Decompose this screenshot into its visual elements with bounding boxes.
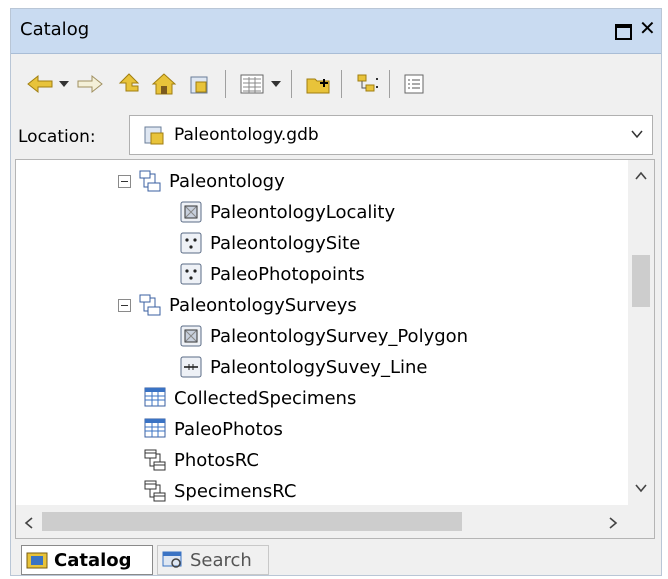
feature-dataset-icon — [139, 294, 161, 316]
line-feature-class-icon — [180, 356, 202, 378]
title-bar: Catalog ✕ — [11, 9, 661, 54]
back-dropdown-icon[interactable] — [57, 70, 71, 98]
view-options-icon[interactable] — [237, 70, 267, 98]
collapse-toggle-icon[interactable] — [118, 298, 131, 312]
tree-item[interactable]: PaleontologySurvey_Polygon — [180, 321, 468, 351]
connect-folder-icon[interactable] — [185, 70, 215, 98]
relationship-class-icon — [144, 480, 166, 502]
back-arrow-icon[interactable] — [25, 70, 55, 98]
tree-item-label: PhotosRC — [174, 449, 259, 471]
tree-item-label: SpecimensRC — [174, 480, 297, 502]
location-label: Location: — [18, 127, 96, 147]
tab-search-label: Search — [190, 549, 252, 571]
tree-item[interactable]: CollectedSpecimens — [144, 383, 356, 413]
catalog-tree: Paleontology PaleontologyLocality Paleonto… — [15, 159, 655, 539]
scroll-left-icon[interactable] — [24, 514, 34, 533]
point-feature-class-icon — [180, 232, 202, 254]
tree-item-label: Paleontology — [169, 170, 285, 192]
tree-item[interactable]: SpecimensRC — [144, 476, 296, 506]
location-value: Paleontology.gdb — [174, 125, 319, 145]
scroll-right-icon[interactable] — [608, 514, 618, 533]
search-tab-icon — [162, 550, 184, 570]
toggle-contents-icon[interactable] — [353, 70, 383, 98]
table-icon — [144, 387, 166, 409]
polygon-feature-class-icon — [180, 325, 202, 347]
vertical-scroll-thumb[interactable] — [632, 255, 650, 307]
location-combobox[interactable]: Paleontology.gdb — [129, 115, 653, 155]
horizontal-scroll-thumb[interactable] — [42, 512, 462, 531]
tree-item[interactable]: PaleontologyLocality — [180, 197, 395, 227]
geodatabase-icon — [142, 124, 166, 150]
tree-item-label: PaleontologySurvey_Polygon — [210, 325, 469, 347]
catalog-window: Catalog ✕ Location: Paleontology.gdb Pal… — [10, 8, 662, 576]
tree-item-label: PaleontologySite — [210, 232, 361, 254]
maximize-button[interactable] — [615, 24, 632, 40]
forward-arrow-icon[interactable] — [75, 70, 105, 98]
view-dropdown-icon[interactable] — [269, 70, 283, 98]
tab-search[interactable]: Search — [157, 545, 269, 575]
point-feature-class-icon — [180, 263, 202, 285]
tab-catalog-label: Catalog — [54, 549, 132, 571]
feature-dataset-icon — [139, 170, 161, 192]
relationship-class-icon — [144, 449, 166, 471]
toolbar — [11, 54, 661, 116]
home-icon[interactable] — [149, 70, 179, 98]
scrollbar-corner — [628, 505, 654, 538]
collapse-toggle-icon[interactable] — [118, 174, 131, 188]
table-icon — [144, 418, 166, 440]
tree-item-label: PaleoPhotopoints — [210, 263, 365, 285]
vertical-scrollbar[interactable] — [628, 160, 654, 505]
tree-item[interactable]: Paleontology — [118, 166, 285, 196]
up-one-level-icon[interactable] — [115, 70, 143, 98]
tree-item[interactable]: PaleoPhotopoints — [180, 259, 365, 289]
tree-item[interactable]: PaleontologySurveys — [118, 290, 357, 320]
window-title: Catalog — [20, 19, 90, 40]
chevron-down-icon[interactable] — [630, 126, 644, 145]
tree-item-label: PaleoPhotos — [174, 418, 283, 440]
new-folder-icon[interactable] — [303, 70, 333, 98]
polygon-feature-class-icon — [180, 201, 202, 223]
horizontal-scrollbar[interactable] — [16, 505, 628, 538]
tree-item[interactable]: PaleontologySuvey_Line — [180, 352, 427, 382]
tree-item-label: PaleontologySuvey_Line — [210, 356, 428, 378]
scroll-down-icon[interactable] — [635, 478, 647, 497]
tree-item[interactable]: PhotosRC — [144, 445, 259, 475]
tab-catalog[interactable]: Catalog — [21, 545, 153, 575]
tree-item-label: PaleontologySurveys — [169, 294, 357, 316]
tree-item-label: PaleontologyLocality — [210, 201, 396, 223]
catalog-tab-icon — [26, 550, 48, 570]
tree-item[interactable]: PaleoPhotos — [144, 414, 283, 444]
tree-item[interactable]: PaleontologySite — [180, 228, 360, 258]
close-button[interactable]: ✕ — [639, 16, 656, 40]
tree-item-label: CollectedSpecimens — [174, 387, 357, 409]
list-view-icon[interactable] — [399, 70, 429, 98]
scroll-up-icon[interactable] — [635, 166, 647, 185]
